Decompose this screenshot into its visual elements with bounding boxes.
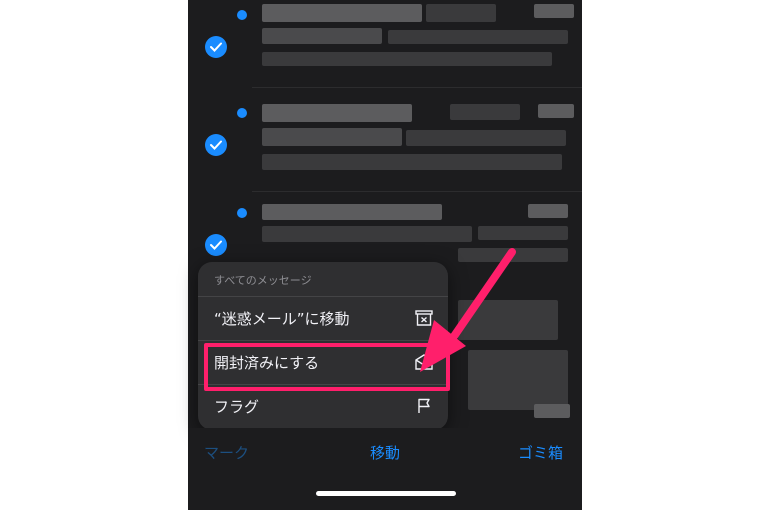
row-divider bbox=[252, 87, 582, 88]
home-indicator bbox=[316, 491, 456, 496]
menu-item-label: “迷惑メール”に移動 bbox=[214, 309, 350, 328]
pixelated-preview bbox=[262, 52, 552, 66]
highlight-frame bbox=[204, 343, 450, 391]
pixelated-text bbox=[468, 350, 568, 410]
pixelated-sender bbox=[262, 204, 442, 220]
pixelated-sender bbox=[262, 104, 412, 122]
menu-item-label: フラグ bbox=[214, 397, 260, 416]
selected-check-icon[interactable] bbox=[205, 36, 227, 58]
mail-row[interactable] bbox=[188, 0, 582, 88]
pixelated-preview bbox=[262, 154, 562, 170]
mark-button[interactable]: マーク bbox=[204, 442, 249, 463]
selected-check-icon[interactable] bbox=[205, 134, 227, 156]
junk-bin-icon bbox=[414, 309, 434, 327]
pixelated-date bbox=[528, 204, 568, 218]
unread-dot bbox=[237, 10, 247, 20]
move-to-junk-item[interactable]: “迷惑メール”に移動 bbox=[198, 296, 448, 340]
pixelated-sender bbox=[262, 4, 422, 22]
unread-dot bbox=[237, 108, 247, 118]
pixelated-subject bbox=[262, 128, 402, 146]
pixelated-date bbox=[534, 4, 574, 18]
move-button[interactable]: 移動 bbox=[370, 442, 400, 463]
pixelated-text bbox=[458, 300, 558, 340]
mail-row[interactable] bbox=[188, 96, 582, 192]
menu-header: すべてのメッセージ bbox=[214, 274, 312, 287]
bottom-toolbar: マーク 移動 ゴミ箱 bbox=[188, 428, 582, 510]
row-divider bbox=[252, 191, 582, 192]
pixelated-date bbox=[538, 104, 574, 118]
pixelated-text bbox=[426, 4, 496, 22]
pixelated-subject bbox=[262, 28, 382, 44]
pixelated-text bbox=[388, 30, 568, 44]
pixelated-text bbox=[478, 226, 568, 240]
pixelated-text bbox=[406, 130, 566, 146]
trash-button[interactable]: ゴミ箱 bbox=[518, 442, 563, 463]
pixelated-text bbox=[450, 104, 520, 120]
pixelated-date bbox=[534, 404, 570, 418]
pixelated-subject bbox=[262, 226, 472, 242]
pixelated-preview bbox=[458, 248, 568, 262]
flag-icon bbox=[414, 397, 434, 415]
selected-check-icon[interactable] bbox=[205, 234, 227, 256]
unread-dot bbox=[237, 208, 247, 218]
